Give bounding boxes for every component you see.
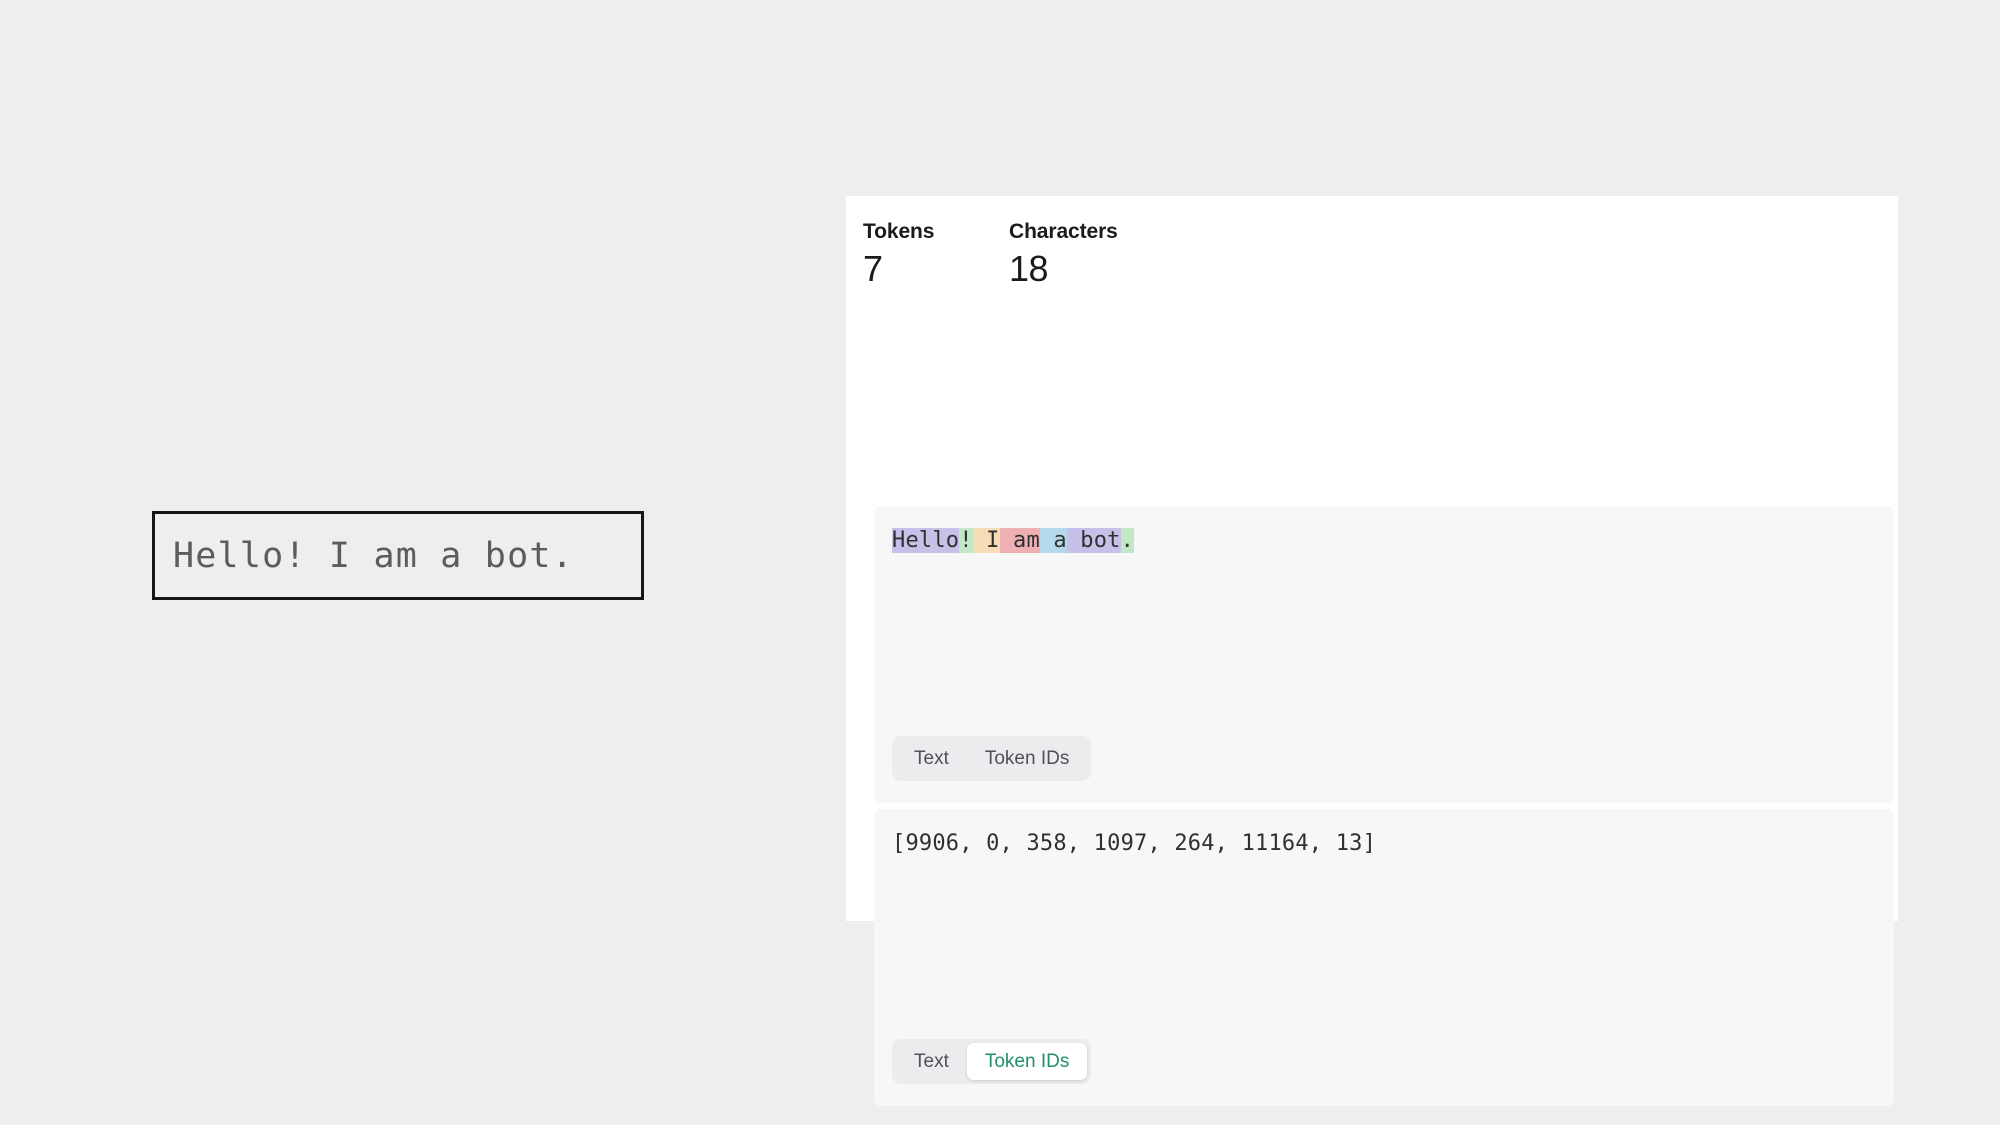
token-chip: ! [959, 528, 973, 553]
view-toggle-token-ids-card[interactable]: Text Token IDs [892, 1039, 1092, 1084]
stat-characters: Characters 18 [1009, 218, 1118, 291]
stat-characters-label: Characters [1009, 220, 1118, 243]
toggle-ids-option-text[interactable]: Text [896, 1043, 967, 1080]
token-chip: a [1039, 528, 1067, 553]
token-stream: Hello! I am a bot. [892, 528, 1135, 553]
toggle-text-option-text[interactable]: Text [896, 740, 967, 777]
toggle-text-option-token-ids[interactable]: Token IDs [967, 740, 1087, 777]
toggle-ids-option-token-ids[interactable]: Token IDs [966, 1043, 1088, 1080]
view-toggle-text-card[interactable]: Text Token IDs [892, 736, 1092, 781]
stat-characters-value: 18 [1009, 248, 1049, 290]
tokenizer-panel: Tokens 7 Characters 18 Hello! I am a bot… [846, 196, 1898, 1106]
token-chip: . [1120, 528, 1135, 553]
token-chip: bot [1066, 528, 1121, 553]
stats-row: Tokens 7 Characters 18 [846, 196, 1898, 291]
stat-tokens-label: Tokens [863, 220, 935, 243]
stat-tokens-value: 7 [863, 248, 883, 290]
token-ids-card: [9906, 0, 358, 1097, 264, 11164, 13] Tex… [874, 809, 1894, 1106]
token-ids-body: [9906, 0, 358, 1097, 264, 11164, 13] [874, 827, 1894, 1039]
stat-tokens: Tokens 7 [863, 218, 1009, 291]
token-chip: Hello [892, 528, 960, 553]
token-chip: I [972, 528, 1000, 553]
tokenized-text-line: Hello! I am a bot. [892, 524, 1876, 557]
tokenized-text-body: Hello! I am a bot. [874, 524, 1894, 736]
token-ids-value: [9906, 0, 358, 1097, 264, 11164, 13] [892, 831, 1377, 856]
prompt-textbox-value: Hello! I am a bot. [173, 535, 574, 576]
tokenized-text-card: Hello! I am a bot. Text Token IDs [874, 506, 1894, 803]
token-chip: am [999, 528, 1040, 553]
prompt-textbox[interactable]: Hello! I am a bot. [152, 511, 644, 600]
